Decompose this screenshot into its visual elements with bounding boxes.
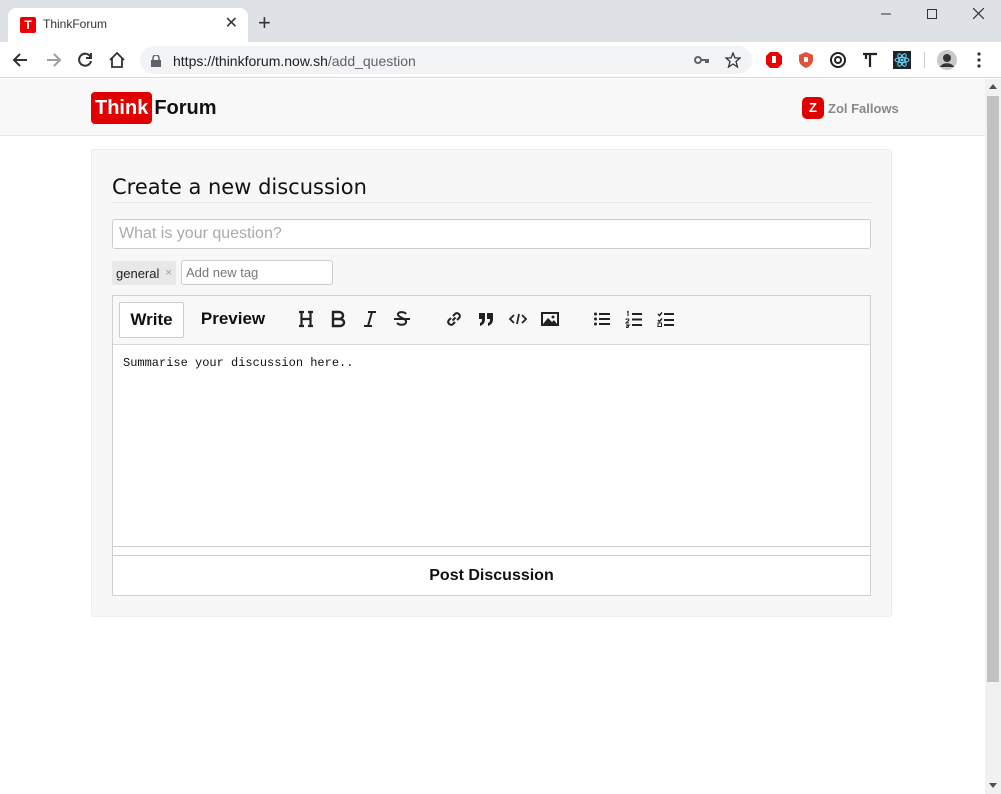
- numbered-list-icon[interactable]: [624, 310, 644, 330]
- menu-icon[interactable]: [970, 51, 988, 69]
- logo-think: Think: [91, 92, 153, 124]
- user-name: Zol Fallows: [828, 100, 899, 116]
- browser-toolbar: https://thinkforum.now.sh/add_question: [0, 42, 1001, 78]
- question-input[interactable]: [112, 219, 871, 249]
- scroll-down-icon[interactable]: [989, 783, 997, 788]
- italic-icon[interactable]: [360, 310, 380, 330]
- react-devtools-icon[interactable]: [893, 51, 911, 69]
- toolbar-divider: [924, 52, 925, 68]
- avatar: Z: [802, 97, 824, 119]
- link-extension-icon[interactable]: [829, 51, 847, 69]
- minimize-icon[interactable]: [876, 5, 896, 25]
- lock-icon: [151, 54, 161, 67]
- tab-preview[interactable]: Preview: [195, 302, 271, 338]
- markdown-editor: Write Preview Summarise your discussion …: [112, 295, 871, 596]
- forward-icon[interactable]: [43, 50, 63, 70]
- profile-avatar-icon[interactable]: [937, 50, 957, 70]
- tag-chip: general ×: [112, 261, 176, 285]
- user-menu[interactable]: Z Zol Fallows: [802, 97, 899, 119]
- star-icon[interactable]: [724, 51, 742, 73]
- url-text: https://thinkforum.now.sh/add_question: [173, 53, 416, 69]
- key-icon[interactable]: [694, 53, 710, 72]
- tag-label: general: [116, 265, 160, 281]
- tag-input[interactable]: [181, 260, 333, 285]
- new-tab-icon[interactable]: +: [258, 12, 271, 34]
- tab-write[interactable]: Write: [119, 302, 184, 338]
- maximize-icon[interactable]: [922, 5, 942, 25]
- page-title: Create a new discussion: [112, 175, 367, 199]
- back-icon[interactable]: [11, 50, 31, 70]
- editor-textarea[interactable]: Summarise your discussion here..: [113, 346, 870, 546]
- address-bar[interactable]: https://thinkforum.now.sh/add_question: [140, 46, 752, 74]
- browser-tab[interactable]: T ThinkForum ✕: [8, 8, 248, 42]
- site-logo[interactable]: Think Forum: [91, 92, 217, 124]
- bulleted-list-icon[interactable]: [592, 310, 612, 330]
- task-list-icon[interactable]: [656, 310, 676, 330]
- bold-icon[interactable]: [328, 310, 348, 330]
- tab-close-icon[interactable]: ✕: [225, 14, 238, 34]
- quote-icon[interactable]: [476, 310, 496, 330]
- link-icon[interactable]: [444, 310, 464, 330]
- adblock-extension-icon[interactable]: [765, 51, 783, 69]
- editor-divider: [113, 546, 870, 547]
- typography-extension-icon[interactable]: [861, 51, 879, 69]
- heading-icon[interactable]: [296, 310, 316, 330]
- home-icon[interactable]: [107, 50, 127, 70]
- image-icon[interactable]: [540, 310, 560, 330]
- scrollbar-thumb[interactable]: [987, 96, 999, 682]
- scroll-up-icon[interactable]: [989, 84, 997, 89]
- site-header: Think Forum Z Zol Fallows: [0, 79, 985, 136]
- tab-title: ThinkForum: [43, 17, 108, 31]
- logo-forum: Forum: [154, 96, 217, 119]
- strikethrough-icon[interactable]: [392, 310, 412, 330]
- reload-icon[interactable]: [75, 50, 95, 70]
- new-discussion-card: Create a new discussion general × Write …: [91, 149, 892, 617]
- favicon-icon: T: [20, 17, 36, 33]
- browser-titlebar: T ThinkForum ✕ +: [0, 0, 1001, 42]
- editor-toolbar: Write Preview: [113, 296, 870, 345]
- title-divider: [112, 202, 872, 203]
- close-window-icon[interactable]: [968, 5, 988, 25]
- page-viewport: Think Forum Z Zol Fallows Create a new d…: [0, 79, 985, 794]
- page-scrollbar[interactable]: [985, 79, 1001, 794]
- shield-extension-icon[interactable]: [797, 51, 815, 69]
- code-icon[interactable]: [508, 310, 528, 330]
- tag-remove-icon[interactable]: ×: [165, 267, 171, 279]
- post-discussion-button[interactable]: Post Discussion: [113, 556, 870, 595]
